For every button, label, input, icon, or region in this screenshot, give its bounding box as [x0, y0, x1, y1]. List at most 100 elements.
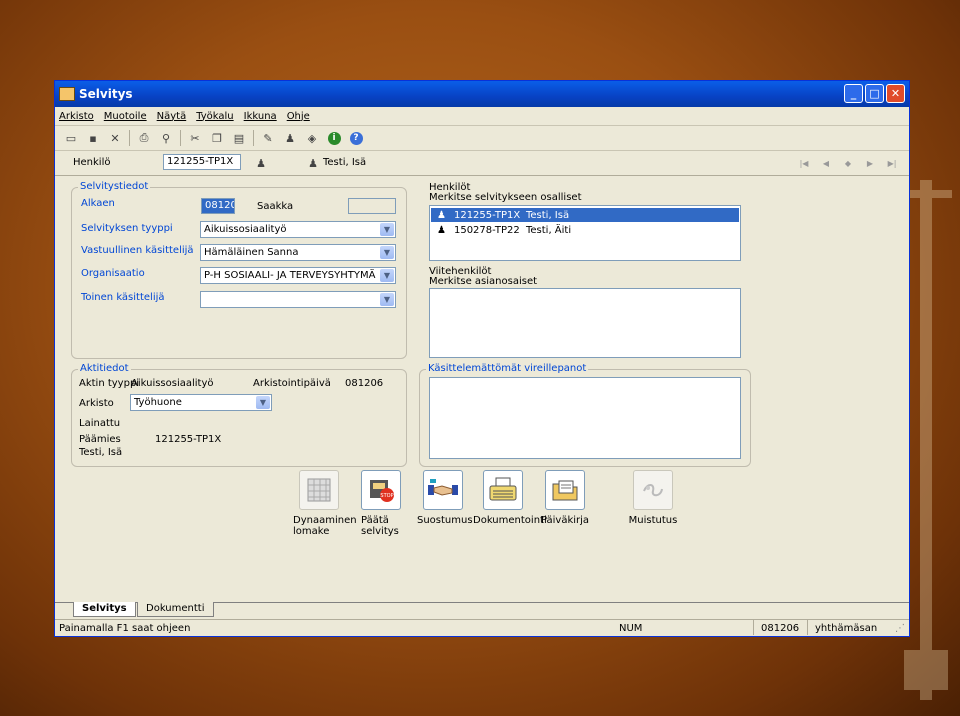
alkaen-label: Alkaen	[81, 198, 115, 209]
copy-icon[interactable]: ❐	[209, 130, 225, 146]
svg-text:STOP: STOP	[380, 493, 393, 499]
close-button[interactable]: ✕	[886, 84, 905, 103]
suostumus-button[interactable]	[423, 470, 463, 510]
woman-icon: ♟	[437, 224, 446, 236]
paata-selvitys-button[interactable]: STOP	[361, 470, 401, 510]
henkilo-name: Testi, Isä	[525, 209, 570, 221]
person-name: Testi, Isä	[323, 157, 367, 168]
cut-icon[interactable]: ✂	[187, 130, 203, 146]
tab-dokumentti[interactable]: Dokumentti	[137, 602, 214, 617]
kasittelija-label: Vastuullinen käsittelijä	[81, 245, 194, 256]
person-label: Henkilö	[73, 157, 111, 168]
paamies-label: Päämies	[79, 434, 121, 445]
status-num: NUM	[619, 622, 643, 634]
arkistointi-label: Arkistointipäivä	[253, 378, 331, 389]
app-icon	[59, 87, 75, 101]
chevron-down-icon[interactable]: ▼	[380, 223, 394, 236]
save-icon[interactable]: ▪	[85, 130, 101, 146]
status-help: Painamalla F1 saat ohjeen	[59, 622, 191, 634]
delete-icon[interactable]: ✕	[107, 130, 123, 146]
organisaatio-select[interactable]: P-H SOSIAALI- JA TERVEYSYHTYMÄ ▼	[200, 267, 396, 284]
print-icon[interactable]: ⎙	[136, 130, 152, 146]
kasittelija-select[interactable]: Hämäläinen Sanna ▼	[200, 244, 396, 261]
paivakirja-button[interactable]	[545, 470, 585, 510]
tyyppi-select[interactable]: Aikuissosiaalityö ▼	[200, 221, 396, 238]
paamies-name: Testi, Isä	[79, 447, 123, 458]
menu-ikkuna[interactable]: Ikkuna	[244, 111, 277, 122]
list-item[interactable]: ♟ 150278-TP22 Testi, Äiti	[431, 223, 739, 237]
man-icon: ♟	[308, 156, 318, 170]
paata-selvitys-label: Päätä selvitys	[361, 515, 399, 537]
vireillepanot-list[interactable]	[429, 377, 741, 459]
toolbar: ▭ ▪ ✕ ⎙ ⚲ ✂ ❐ ▤ ✎ ♟ ◈ i ?	[55, 126, 909, 151]
menu-ohje[interactable]: Ohje	[287, 111, 310, 122]
paste-icon[interactable]: ▤	[231, 130, 247, 146]
henkilo-id: 150278-TP22	[453, 224, 520, 236]
tyyppi-label: Selvityksen tyyppi	[81, 223, 173, 234]
chevron-down-icon[interactable]: ▼	[380, 293, 394, 306]
help-icon[interactable]: ?	[348, 130, 364, 146]
alkaen-field[interactable]: 081206	[201, 198, 235, 214]
arkistointi-value: 081206	[345, 378, 384, 389]
chevron-down-icon[interactable]: ▼	[380, 246, 394, 259]
saakka-label: Saakka	[257, 201, 294, 212]
menu-tyokalu[interactable]: Työkalu	[196, 111, 233, 122]
paamies-id: 121255-TP1X	[155, 434, 222, 445]
dokumentointi-label: Dokumentointi	[473, 515, 547, 526]
viitehenkilot-subtitle: Merkitse asianosaiset	[429, 276, 538, 287]
tab-selvitys[interactable]: Selvitys	[73, 602, 136, 617]
muistutus-label: Muistutus	[628, 515, 678, 526]
paivakirja-label: Päiväkirja	[540, 515, 590, 526]
dynaaminen-lomake-button[interactable]	[299, 470, 339, 510]
tab-strip: Selvitys Dokumentti	[55, 602, 909, 619]
next-record-icon[interactable]: ▶	[859, 154, 881, 172]
organisaatio-value: P-H SOSIAALI- JA TERVEYSYHTYMÄ	[204, 270, 376, 281]
edit-pen-icon[interactable]: ✎	[260, 130, 276, 146]
reminder-icon	[643, 484, 663, 497]
typewriter-icon	[489, 477, 517, 501]
first-record-icon[interactable]: |◀	[793, 154, 815, 172]
kasittelija-value: Hämäläinen Sanna	[204, 247, 299, 258]
arkisto-select[interactable]: Työhuone ▼	[130, 394, 272, 411]
record-navigation: |◀ ◀ ◆ ▶ ▶|	[793, 154, 903, 172]
saakka-field[interactable]	[348, 198, 396, 214]
stamp-icon[interactable]: ◈	[304, 130, 320, 146]
suostumus-label: Suostumus	[417, 515, 473, 526]
window-title: Selvitys	[79, 87, 133, 101]
person-bar: Henkilö 121255-TP1X ♟ ♟ Testi, Isä |◀ ◀ …	[55, 151, 909, 176]
viitehenkilot-list[interactable]	[429, 288, 741, 358]
toinen-select[interactable]: ▼	[200, 291, 396, 308]
dokumentointi-button[interactable]	[483, 470, 523, 510]
person-icon[interactable]: ♟	[282, 130, 298, 146]
last-record-icon[interactable]: ▶|	[881, 154, 903, 172]
chevron-down-icon[interactable]: ▼	[256, 396, 270, 409]
man-icon: ♟	[437, 209, 446, 221]
menu-nayta[interactable]: Näytä	[157, 111, 187, 122]
menu-arkisto[interactable]: Arkisto	[59, 111, 94, 122]
current-record-icon[interactable]: ◆	[837, 154, 859, 172]
person-search-icon[interactable]: ♟	[253, 155, 269, 171]
new-document-icon[interactable]: ▭	[63, 130, 79, 146]
stop-icon: STOP	[370, 480, 394, 502]
status-date: 081206	[761, 622, 800, 634]
list-item[interactable]: ♟ 121255-TP1X Testi, Isä	[431, 208, 739, 222]
form-grid-icon	[307, 478, 331, 502]
organisaatio-label: Organisaatio	[81, 268, 145, 279]
resize-grip-icon[interactable]: ⋰	[895, 623, 905, 634]
toinen-label: Toinen käsittelijä	[81, 292, 165, 303]
find-icon[interactable]: ⚲	[158, 130, 174, 146]
chevron-down-icon[interactable]: ▼	[380, 269, 394, 282]
maximize-button[interactable]: □	[865, 84, 884, 103]
app-window: Selvitys _ □ ✕ Arkisto Muotoile Näytä Ty…	[54, 80, 910, 637]
henkilo-id: 121255-TP1X	[453, 209, 521, 221]
prev-record-icon[interactable]: ◀	[815, 154, 837, 172]
selvitystiedot-legend: Selvitystiedot	[78, 181, 151, 192]
dynaaminen-lomake-label: Dynaaminen lomake	[293, 515, 357, 537]
person-id-field[interactable]: 121255-TP1X	[163, 154, 241, 170]
menu-muotoile[interactable]: Muotoile	[104, 111, 147, 122]
muistutus-button[interactable]	[633, 470, 673, 510]
status-bar: Painamalla F1 saat ohjeen NUM 081206 yht…	[55, 619, 909, 636]
henkilot-list: ♟ 121255-TP1X Testi, Isä ♟ 150278-TP22 T…	[429, 205, 741, 261]
info-icon[interactable]: i	[326, 130, 342, 146]
minimize-button[interactable]: _	[844, 84, 863, 103]
